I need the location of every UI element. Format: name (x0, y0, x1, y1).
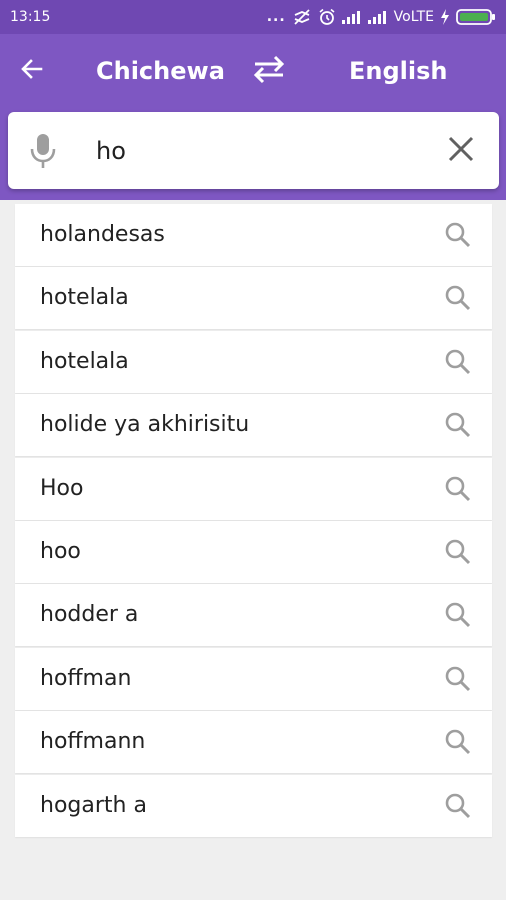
search-icon[interactable] (443, 347, 473, 377)
search-icon[interactable] (443, 220, 473, 250)
suggestion-list: holandesas hotelala hotelala holide ya a… (15, 204, 492, 838)
suggestion-text: hotelala (40, 285, 129, 311)
network-type: VoLTE (393, 9, 434, 25)
search-icon[interactable] (443, 600, 473, 630)
search-bar (8, 112, 499, 189)
suggestion-item[interactable]: hotelala (15, 267, 492, 330)
status-icons: ... VoLTE (267, 8, 496, 26)
suggestion-item[interactable]: hotelala (15, 330, 492, 393)
status-time: 13:15 (10, 9, 51, 25)
arrow-back-icon (20, 57, 44, 86)
suggestion-item[interactable]: hoffmann (15, 711, 492, 774)
alarm-icon (318, 8, 336, 26)
suggestion-text: Hoo (40, 475, 84, 501)
search-icon[interactable] (443, 537, 473, 567)
status-dots: ... (266, 9, 286, 25)
search-icon[interactable] (443, 410, 473, 440)
suggestion-text: hotelala (40, 348, 129, 374)
suggestion-text: hoffmann (40, 729, 146, 755)
suggestion-item[interactable]: holandesas (15, 204, 492, 266)
suggestion-item[interactable]: hoffman (15, 647, 492, 710)
search-icon[interactable] (443, 791, 473, 821)
suggestion-text: hoffman (40, 665, 132, 691)
target-language-button[interactable]: English (349, 54, 447, 88)
suggestion-text: hodder a (40, 602, 139, 628)
suggestion-item[interactable]: Hoo (15, 457, 492, 520)
toolbar: Chichewa English (0, 34, 506, 108)
back-button[interactable] (14, 53, 50, 89)
search-icon[interactable] (443, 727, 473, 757)
search-icon[interactable] (443, 283, 473, 313)
suggestion-text: hogarth a (40, 792, 147, 818)
suggestion-item[interactable]: hogarth a (15, 774, 492, 837)
suggestion-item[interactable]: hoo (15, 520, 492, 583)
suggestion-text: hoo (40, 538, 81, 564)
app-bar: Chichewa English (0, 34, 506, 200)
status-bar: 13:15 ... VoLTE (0, 0, 506, 34)
search-icon[interactable] (443, 664, 473, 694)
suggestion-text: holide ya akhirisitu (40, 412, 250, 438)
swap-horiz-icon (249, 54, 289, 89)
signal-icon (367, 10, 388, 24)
suggestion-item[interactable]: holide ya akhirisitu (15, 394, 492, 457)
search-input[interactable] (96, 132, 426, 170)
suggestion-item[interactable]: hodder a (15, 584, 492, 647)
source-language-button[interactable]: Chichewa (96, 54, 225, 88)
battery-icon (456, 9, 496, 25)
signal-icon (341, 10, 362, 24)
search-icon[interactable] (443, 474, 473, 504)
swap-languages-button[interactable] (246, 52, 292, 90)
charging-icon (440, 9, 450, 25)
clear-search-button[interactable] (444, 134, 478, 168)
mic-icon[interactable] (28, 132, 58, 170)
suggestion-text: holandesas (40, 222, 165, 247)
close-icon (447, 135, 475, 168)
sync-off-icon (292, 9, 312, 25)
